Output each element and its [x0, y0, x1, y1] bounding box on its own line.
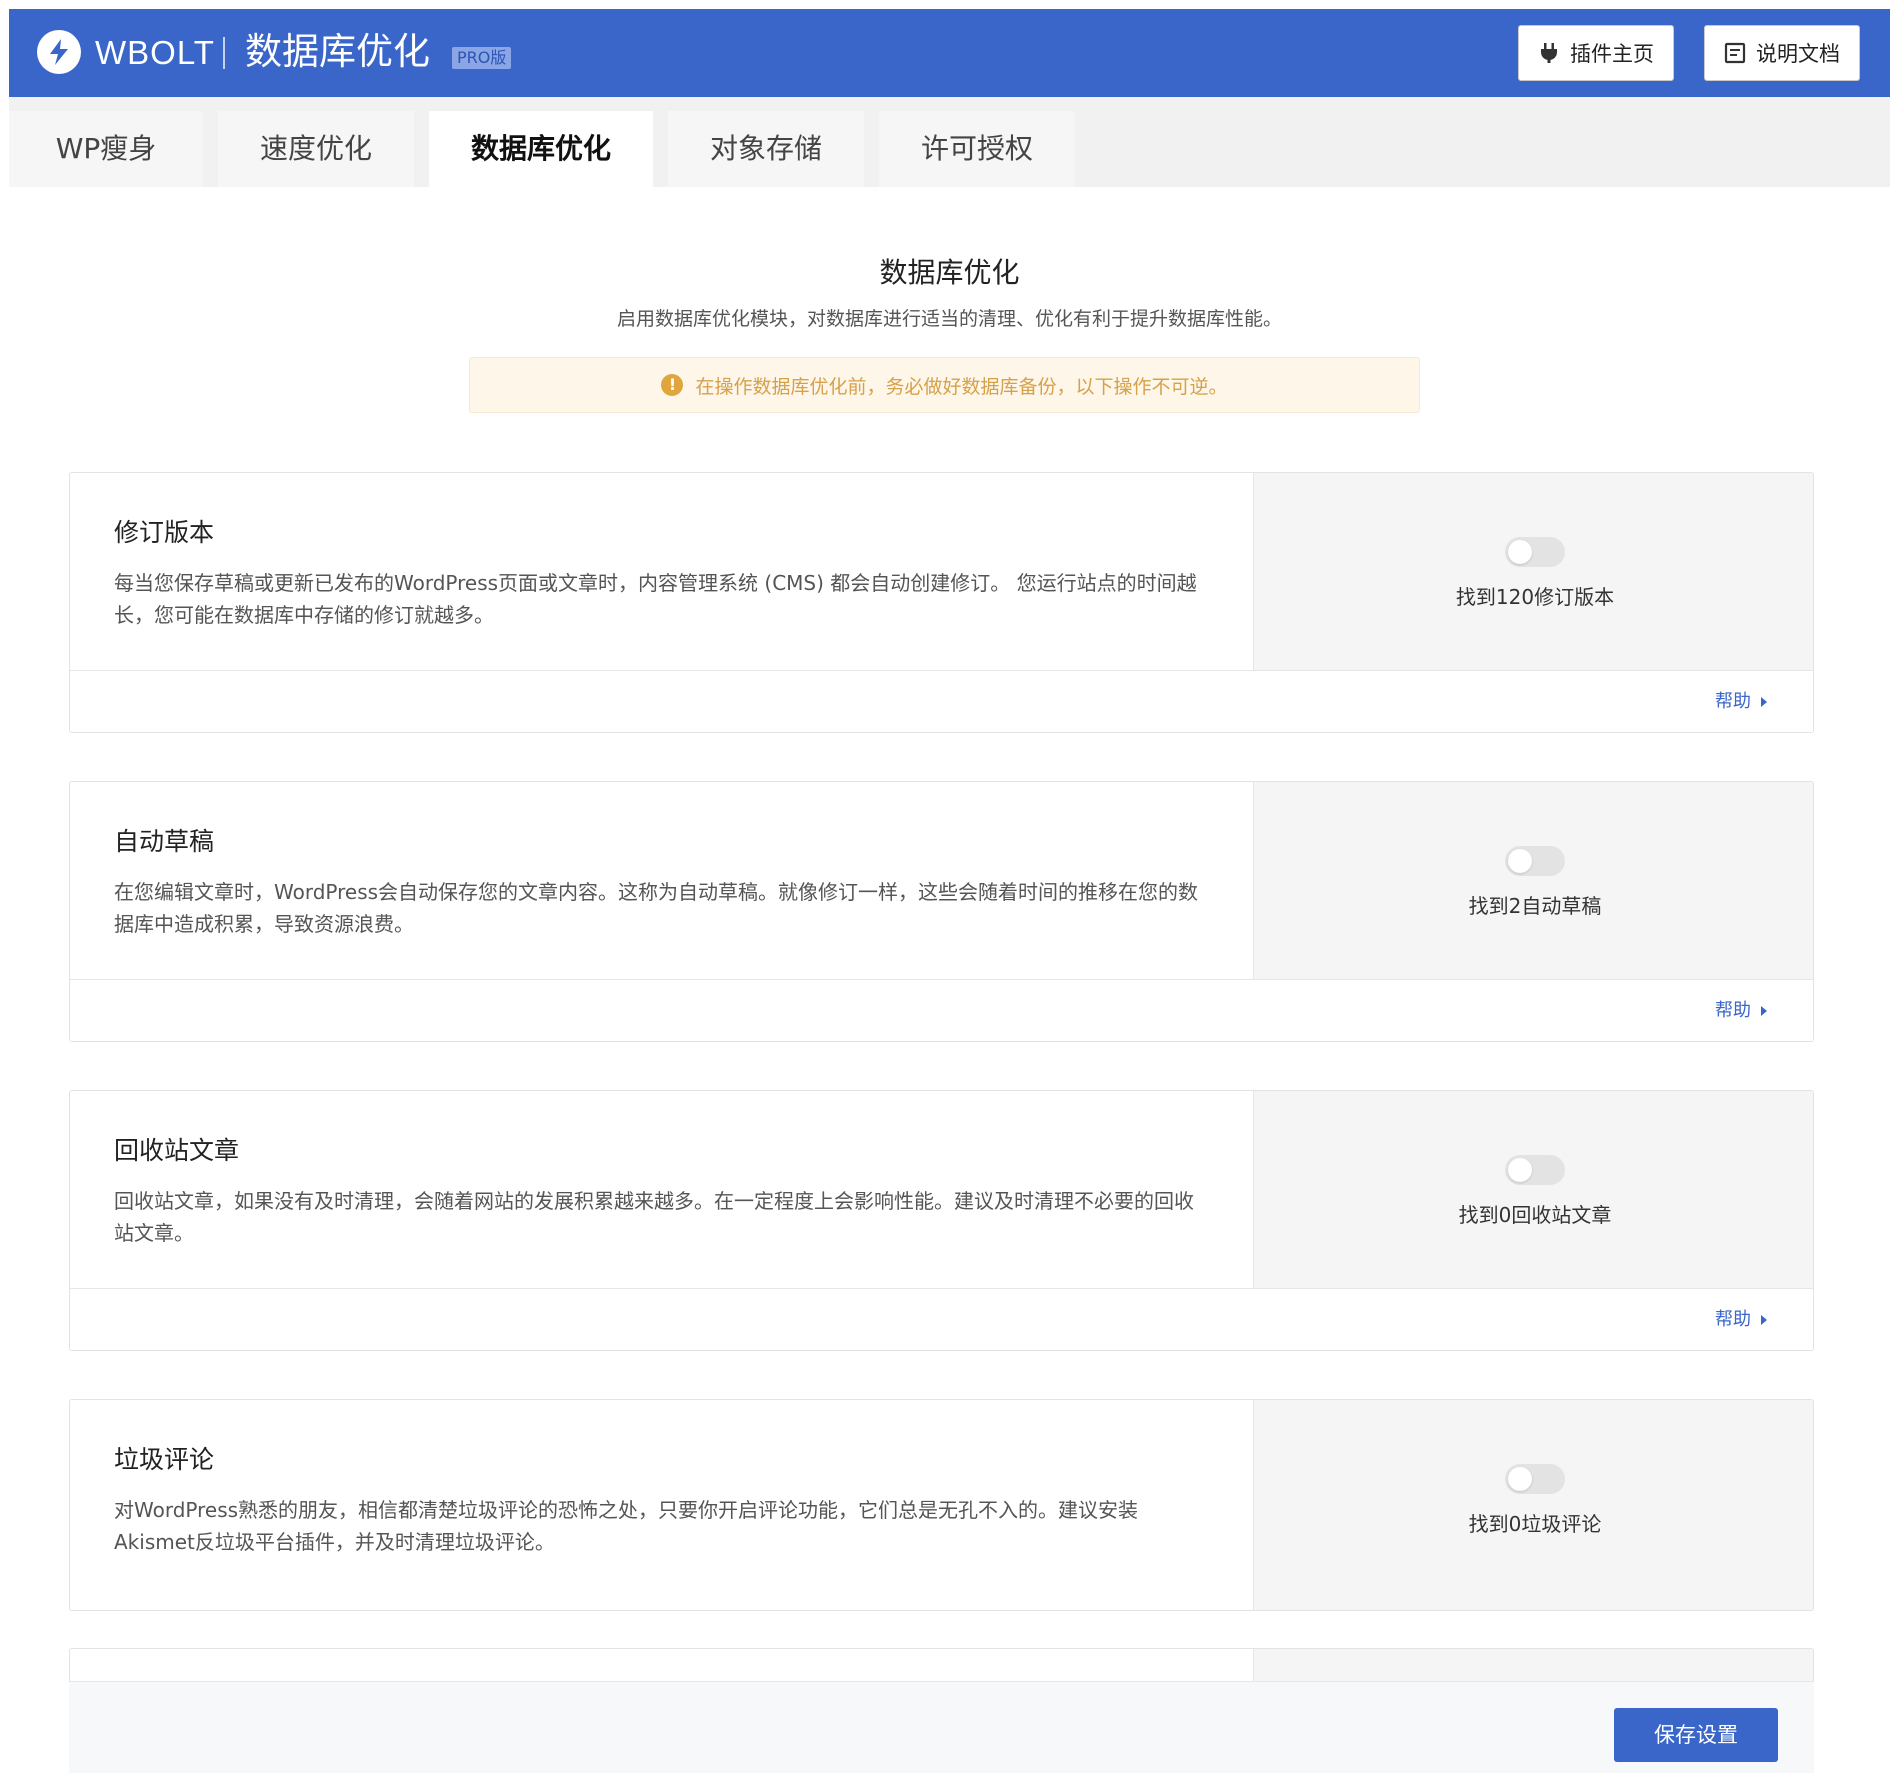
brand-divider	[223, 37, 225, 69]
card-main: 自动草稿 在您编辑文章时，WordPress会自动保存您的文章内容。这称为自动草…	[70, 782, 1253, 979]
auto-drafts-toggle[interactable]	[1505, 846, 1565, 876]
toggle-knob	[1508, 540, 1532, 564]
auto-drafts-count: 找到2自动草稿	[1468, 894, 1602, 918]
tab-bar: WP瘦身 速度优化 数据库优化 对象存储 许可授权	[9, 111, 1890, 191]
toggle-knob	[1508, 1158, 1532, 1182]
caret-right-icon	[1761, 697, 1767, 707]
card-revisions: 修订版本 每当您保存草稿或更新已发布的WordPress页面或文章时，内容管理系…	[69, 472, 1814, 733]
tab-database[interactable]: 数据库优化	[429, 111, 653, 191]
card-side: 找到0垃圾评论	[1253, 1400, 1813, 1610]
help-label: 帮助	[1715, 1000, 1751, 1021]
tab-license[interactable]: 许可授权	[879, 111, 1075, 187]
plugin-home-label: 插件主页	[1570, 42, 1654, 66]
pro-badge: PRO版	[452, 47, 512, 69]
card-main: 垃圾评论 对WordPress熟悉的朋友，相信都清楚垃圾评论的恐怖之处，只要你开…	[70, 1400, 1253, 1610]
card-spam-comments: 垃圾评论 对WordPress熟悉的朋友，相信都清楚垃圾评论的恐怖之处，只要你开…	[69, 1399, 1814, 1611]
card-footer: 帮助	[70, 1288, 1813, 1350]
docs-button[interactable]: 说明文档	[1704, 25, 1860, 81]
card-trash-posts: 回收站文章 回收站文章，如果没有及时清理，会随着网站的发展积累越来越多。在一定程…	[69, 1090, 1814, 1351]
lightning-logo-icon	[37, 30, 81, 74]
card-main: 修订版本 每当您保存草稿或更新已发布的WordPress页面或文章时，内容管理系…	[70, 473, 1253, 670]
card-title: 回收站文章	[114, 1136, 240, 1165]
spam-comments-toggle[interactable]	[1505, 1464, 1565, 1494]
card-main: 回收站文章 回收站文章，如果没有及时清理，会随着网站的发展积累越来越多。在一定程…	[70, 1091, 1253, 1288]
plugin-home-button[interactable]: 插件主页	[1518, 25, 1674, 81]
card-description: 在您编辑文章时，WordPress会自动保存您的文章内容。这称为自动草稿。就像修…	[114, 880, 1199, 936]
tab-speed[interactable]: 速度优化	[218, 111, 414, 187]
trash-posts-toggle[interactable]	[1505, 1155, 1565, 1185]
toggle-knob	[1508, 1467, 1532, 1491]
revisions-count: 找到120修订版本	[1455, 585, 1615, 609]
caret-right-icon	[1761, 1006, 1767, 1016]
tab-wp-slim[interactable]: WP瘦身	[9, 111, 203, 187]
revisions-toggle[interactable]	[1505, 537, 1565, 567]
card-side: 找到2自动草稿	[1253, 782, 1813, 979]
page-heading: 数据库优化	[245, 30, 430, 73]
card-title: 修订版本	[114, 518, 215, 547]
card-description: 每当您保存草稿或更新已发布的WordPress页面或文章时，内容管理系统 (CM…	[114, 571, 1197, 627]
section-description: 启用数据库优化模块，对数据库进行适当的清理、优化有利于提升数据库性能。	[616, 308, 1282, 330]
card-side: 找到120修订版本	[1253, 473, 1813, 670]
section-title: 数据库优化	[879, 256, 1020, 289]
card-side: 找到0回收站文章	[1253, 1091, 1813, 1288]
document-icon	[1724, 42, 1746, 64]
toggle-knob	[1508, 849, 1532, 873]
save-settings-button[interactable]: 保存设置	[1614, 1708, 1778, 1762]
card-title: 垃圾评论	[114, 1445, 215, 1474]
app-header: WBOLT 数据库优化 PRO版 插件主页 说明文档	[9, 9, 1890, 97]
card-description: 回收站文章，如果没有及时清理，会随着网站的发展积累越来越多。在一定程度上会影响性…	[114, 1189, 1194, 1245]
caret-right-icon	[1761, 1315, 1767, 1325]
card-description: 对WordPress熟悉的朋友，相信都清楚垃圾评论的恐怖之处，只要你开启评论功能…	[114, 1498, 1139, 1554]
warning-icon: !	[661, 374, 684, 396]
app-frame: WBOLT 数据库优化 PRO版 插件主页 说明文档 WP瘦身 速度优化 数据库…	[9, 9, 1890, 1773]
plug-icon	[1538, 42, 1560, 64]
help-label: 帮助	[1715, 1309, 1751, 1330]
help-link[interactable]: 帮助	[1715, 1307, 1767, 1333]
card-footer: 帮助	[70, 670, 1813, 732]
trash-posts-count: 找到0回收站文章	[1458, 1203, 1612, 1227]
docs-label: 说明文档	[1756, 42, 1840, 66]
card-footer: 帮助	[70, 979, 1813, 1041]
help-label: 帮助	[1715, 691, 1751, 712]
help-link[interactable]: 帮助	[1715, 689, 1767, 715]
content-panel: 数据库优化 启用数据库优化模块，对数据库进行适当的清理、优化有利于提升数据库性能…	[9, 187, 1890, 1773]
tab-object-storage[interactable]: 对象存储	[668, 111, 864, 187]
help-link[interactable]: 帮助	[1715, 998, 1767, 1024]
warning-text: 在操作数据库优化前，务必做好数据库备份，以下操作不可逆。	[695, 375, 1228, 398]
save-bar: 保存设置	[69, 1681, 1814, 1773]
brand-name: WBOLT	[95, 34, 215, 71]
spam-comments-count: 找到0垃圾评论	[1468, 1512, 1602, 1536]
card-auto-drafts: 自动草稿 在您编辑文章时，WordPress会自动保存您的文章内容。这称为自动草…	[69, 781, 1814, 1042]
card-title: 自动草稿	[114, 827, 215, 856]
backup-warning: ! 在操作数据库优化前，务必做好数据库备份，以下操作不可逆。	[469, 357, 1420, 413]
